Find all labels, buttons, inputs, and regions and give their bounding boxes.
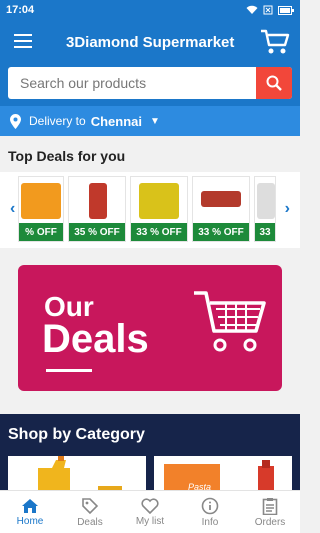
tab-label-my-list: My list <box>135 515 165 527</box>
wifi-icon <box>246 5 258 14</box>
tab-home[interactable]: Home <box>0 491 60 533</box>
cart-icon[interactable] <box>260 28 290 56</box>
orders-icon <box>262 497 278 515</box>
delivery-label: Delivery to <box>29 114 86 128</box>
status-time: 17:04 <box>6 4 35 16</box>
app-title: 3Diamond Supermarket <box>66 34 235 51</box>
bottom-navigation: Home Deals My list Info Orders <box>0 490 300 533</box>
menu-icon[interactable] <box>14 34 32 50</box>
info-icon <box>201 497 219 514</box>
tab-label-home: Home <box>16 515 44 527</box>
product-image <box>257 183 275 219</box>
product-image <box>201 191 241 207</box>
deal-product-card[interactable]: 33 <box>254 176 276 242</box>
deal-product-card[interactable]: 33 % OFF <box>192 176 250 242</box>
search-area: Search our products <box>0 64 300 106</box>
deal-product-card[interactable]: % OFF <box>18 176 64 242</box>
banner-underline <box>46 369 92 372</box>
battery-icon <box>278 5 294 15</box>
search-placeholder: Search our products <box>20 75 147 91</box>
search-icon <box>266 75 282 91</box>
banner-line-2: Deals <box>42 317 149 361</box>
product-image <box>89 183 107 219</box>
tab-deals[interactable]: Deals <box>60 491 120 533</box>
category-heading: Shop by Category <box>8 426 145 443</box>
our-deals-banner[interactable]: Our Deals <box>18 265 282 391</box>
tab-info[interactable]: Info <box>180 491 240 533</box>
offer-badge: 33 % OFF <box>193 223 249 241</box>
app-bar: 3Diamond Supermarket <box>0 20 300 64</box>
tag-icon <box>82 497 99 514</box>
deals-carousel: % OFF 35 % OFF 33 % OFF 33 % OFF 33 ‹ › <box>0 172 300 248</box>
deal-product-card[interactable]: 35 % OFF <box>68 176 126 242</box>
chevron-right-icon[interactable]: › <box>285 200 290 218</box>
tab-label-orders: Orders <box>254 516 286 528</box>
search-button[interactable] <box>256 67 292 99</box>
delivery-city: Chennai <box>90 113 142 129</box>
banner-cart-icon <box>194 291 266 352</box>
product-image <box>21 183 61 219</box>
tab-label-deals: Deals <box>77 516 103 528</box>
home-icon <box>22 498 38 513</box>
system-icons <box>246 5 294 15</box>
shop-by-category-section: Shop by Category Pasta <box>0 414 300 494</box>
tab-orders[interactable]: Orders <box>240 491 300 533</box>
deal-product-card[interactable]: 33 % OFF <box>130 176 188 242</box>
tab-my-list[interactable]: My list <box>120 491 180 533</box>
category-card[interactable] <box>8 456 146 494</box>
offer-badge: 33 % OFF <box>131 223 187 241</box>
offer-badge: 33 <box>255 223 275 241</box>
grocery-items-image <box>164 460 274 494</box>
oil-can-image <box>38 456 122 494</box>
delivery-selector[interactable]: Delivery to Chennai ▼ <box>0 106 300 136</box>
search-input[interactable]: Search our products <box>8 67 292 99</box>
top-deals-heading: Top Deals for you <box>8 148 126 164</box>
offer-badge: % OFF <box>19 223 63 241</box>
location-pin-icon <box>10 113 21 129</box>
heart-icon <box>141 497 159 514</box>
product-image <box>139 183 179 219</box>
chevron-down-icon: ▼ <box>149 115 160 127</box>
tab-label-info: Info <box>201 516 219 528</box>
category-card[interactable]: Pasta <box>154 456 292 494</box>
chevron-left-icon[interactable]: ‹ <box>10 200 15 218</box>
offer-badge: 35 % OFF <box>69 223 125 241</box>
sim-icon <box>263 5 273 15</box>
status-bar: 17:04 <box>0 0 300 20</box>
